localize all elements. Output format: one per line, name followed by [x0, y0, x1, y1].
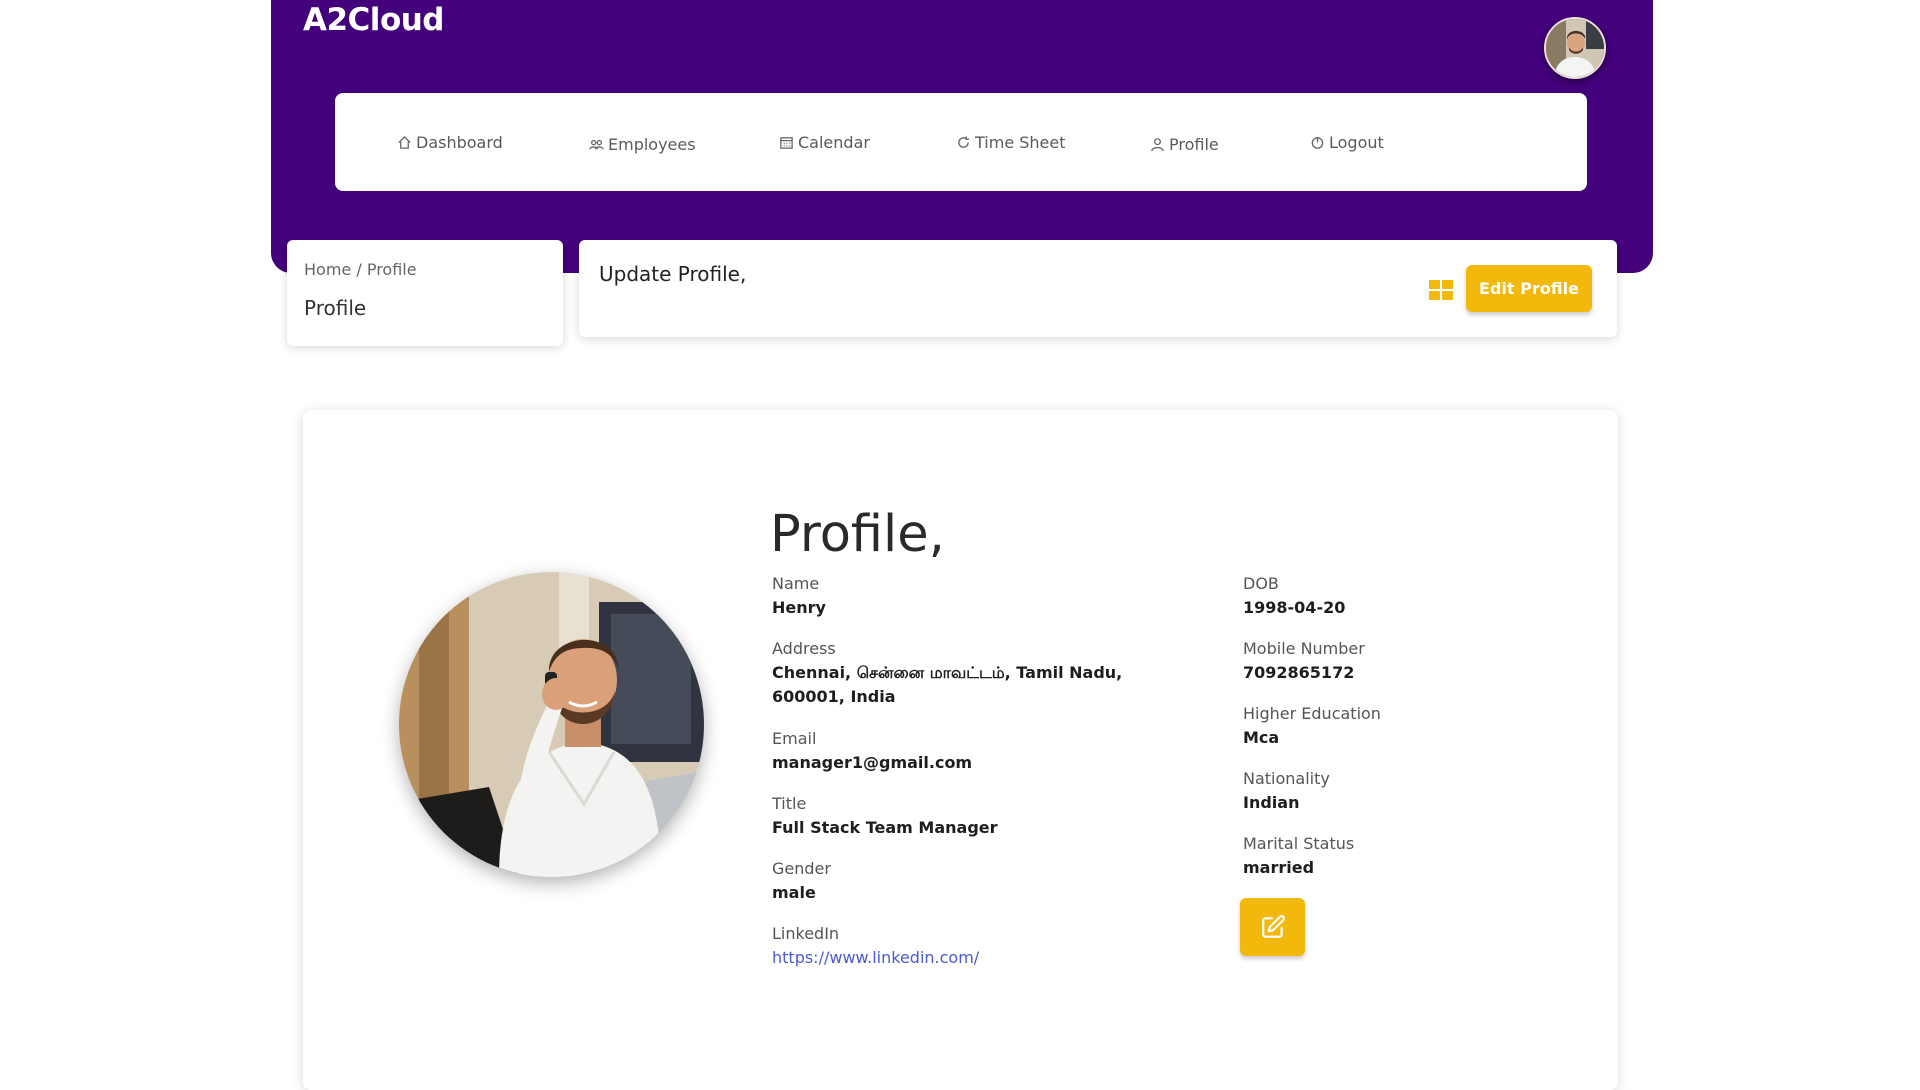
nav-item-label: Calendar	[798, 132, 870, 152]
user-avatar[interactable]	[1544, 17, 1606, 79]
breadcrumb-home-link[interactable]: Home	[304, 260, 351, 279]
marital-status-label: Marital Status	[1243, 834, 1355, 853]
calendar-icon	[780, 136, 793, 149]
refresh-icon	[958, 135, 970, 148]
profile-photo	[399, 572, 704, 877]
education-label: Higher Education	[1243, 704, 1381, 723]
nav-item-logout[interactable]: Logout	[1310, 131, 1384, 153]
power-icon	[1311, 136, 1324, 149]
nav-item-timesheet[interactable]: Time Sheet	[956, 131, 1066, 153]
email-label: Email	[772, 729, 817, 748]
update-profile-title: Update Profile,	[599, 262, 747, 286]
title-value: Full Stack Team Manager	[772, 818, 998, 837]
name-value: Henry	[772, 598, 826, 617]
edit-icon	[1261, 915, 1285, 938]
dob-label: DOB	[1243, 574, 1279, 593]
breadcrumb-current: Profile	[366, 260, 417, 279]
breadcrumb: Home / Profile	[304, 260, 417, 279]
nav-item-profile[interactable]: Profile	[1150, 133, 1219, 155]
nav-item-employees[interactable]: Employees	[589, 133, 696, 155]
linkedin-label: LinkedIn	[772, 924, 840, 943]
email-value: manager1@gmail.com	[772, 753, 973, 772]
gender-value: male	[772, 883, 816, 902]
nav-item-label: Employees	[608, 134, 696, 154]
mobile-value: 7092865172	[1243, 663, 1355, 682]
education-value: Mca	[1243, 728, 1280, 747]
profile-heading: Profile,	[770, 505, 945, 564]
edit-profile-button[interactable]: Edit Profile	[1466, 265, 1592, 312]
home-icon	[398, 135, 411, 149]
nationality-value: Indian	[1243, 793, 1300, 812]
breadcrumb-separator: /	[356, 260, 362, 279]
nav-item-label: Dashboard	[416, 132, 503, 152]
page-title: Profile	[304, 296, 367, 320]
nav-item-label: Logout	[1329, 132, 1384, 152]
main-navbar: Dashboard Employees Calendar Time Sheet …	[335, 93, 1587, 191]
linkedin-link[interactable]: https://www.linkedin.com/	[772, 948, 979, 967]
nav-item-dashboard[interactable]: Dashboard	[397, 131, 503, 153]
nav-item-label: Time Sheet	[975, 132, 1066, 152]
address-label: Address	[772, 639, 836, 658]
marital-status-value: married	[1243, 858, 1315, 877]
edit-icon-button[interactable]	[1240, 898, 1305, 956]
nationality-label: Nationality	[1243, 769, 1330, 788]
mobile-label: Mobile Number	[1243, 639, 1365, 658]
breadcrumb-card: Home / Profile Profile	[287, 240, 563, 346]
brand-logo[interactable]: A2Cloud	[303, 0, 445, 40]
users-icon	[589, 139, 604, 149]
dob-value: 1998-04-20	[1243, 598, 1346, 617]
nav-item-calendar[interactable]: Calendar	[779, 131, 870, 153]
gender-label: Gender	[772, 859, 831, 878]
title-label: Title	[772, 794, 807, 813]
address-value: Chennai, சென்னை மாவட்டம், Tamil Nadu, 60…	[772, 663, 1123, 706]
update-profile-card: Update Profile,	[579, 240, 1617, 337]
name-label: Name	[772, 574, 820, 593]
nav-item-label: Profile	[1169, 134, 1219, 154]
grid-icon[interactable]	[1429, 280, 1453, 300]
user-icon	[1151, 137, 1164, 151]
